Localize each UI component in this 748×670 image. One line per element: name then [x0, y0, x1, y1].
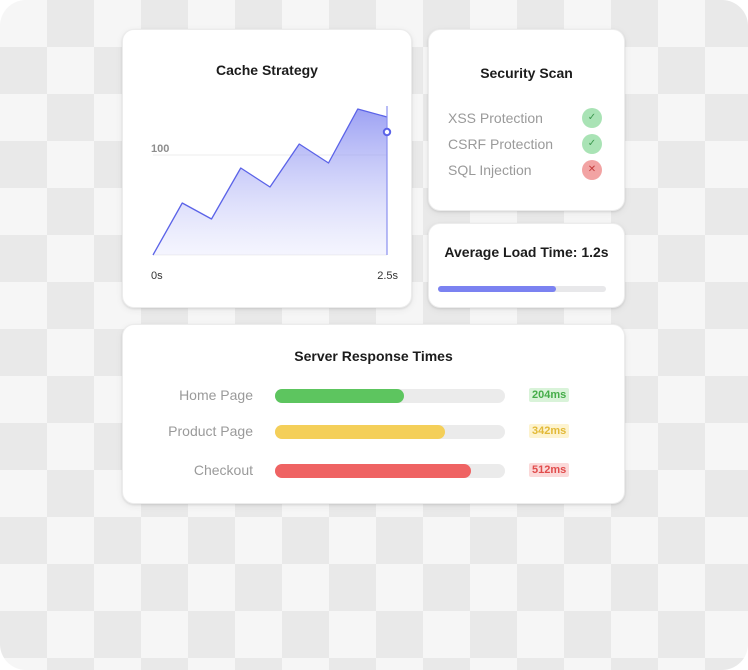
scan-row-sql: SQL Injection ✕	[448, 160, 602, 182]
server-row-home: Home Page 204ms	[123, 386, 624, 406]
server-row-product: Product Page 342ms	[123, 422, 624, 442]
scan-label: CSRF Protection	[448, 136, 554, 152]
server-bar-fill	[275, 464, 471, 478]
load-time-title: Average Load Time: 1.2s	[444, 244, 609, 260]
server-time-badge: 342ms	[529, 424, 570, 438]
y-reference-label: 100	[151, 143, 169, 155]
cache-strategy-title: Cache Strategy	[216, 62, 318, 78]
check-icon: ✓	[582, 108, 602, 128]
server-bar-track	[275, 425, 505, 439]
check-icon: ✓	[582, 134, 602, 154]
scan-row-xss: XSS Protection ✓	[448, 108, 602, 130]
checkerboard-background: 100 0s 2.5s Cache Strategy Security Scan X…	[0, 0, 748, 670]
server-bar-track	[275, 464, 505, 478]
security-scan-title: Security Scan	[480, 65, 573, 81]
server-row-label: Home Page	[179, 387, 253, 403]
server-row-label: Product Page	[168, 423, 253, 439]
security-scan-card: Security Scan XSS Protection ✓ CSRF Prot…	[428, 29, 625, 211]
scan-label: XSS Protection	[448, 110, 543, 126]
load-time-card: Average Load Time: 1.2s	[428, 223, 625, 308]
x-axis-start-label: 0s	[151, 270, 163, 282]
server-bar-fill	[275, 389, 404, 403]
server-response-title: Server Response Times	[294, 348, 453, 364]
server-row-checkout: Checkout 512ms	[123, 461, 624, 481]
server-response-card: Server Response Times Home Page 204ms Pr…	[122, 324, 625, 504]
server-bar-track	[275, 389, 505, 403]
load-time-progress-fill	[438, 286, 556, 292]
scan-row-csrf: CSRF Protection ✓	[448, 134, 602, 156]
server-row-label: Checkout	[193, 462, 253, 478]
server-time-badge: 512ms	[529, 463, 570, 477]
server-time-badge: 204ms	[529, 388, 570, 402]
chart-cursor-marker	[382, 127, 392, 137]
scan-label: SQL Injection	[448, 162, 532, 178]
cache-strategy-card: 100 0s 2.5s Cache Strategy	[122, 29, 412, 308]
load-time-progress-track	[438, 286, 606, 292]
server-bar-fill	[275, 425, 446, 439]
x-axis-end-label: 2.5s	[377, 270, 398, 282]
cross-icon: ✕	[582, 160, 602, 180]
chart-area-fill	[153, 109, 387, 255]
